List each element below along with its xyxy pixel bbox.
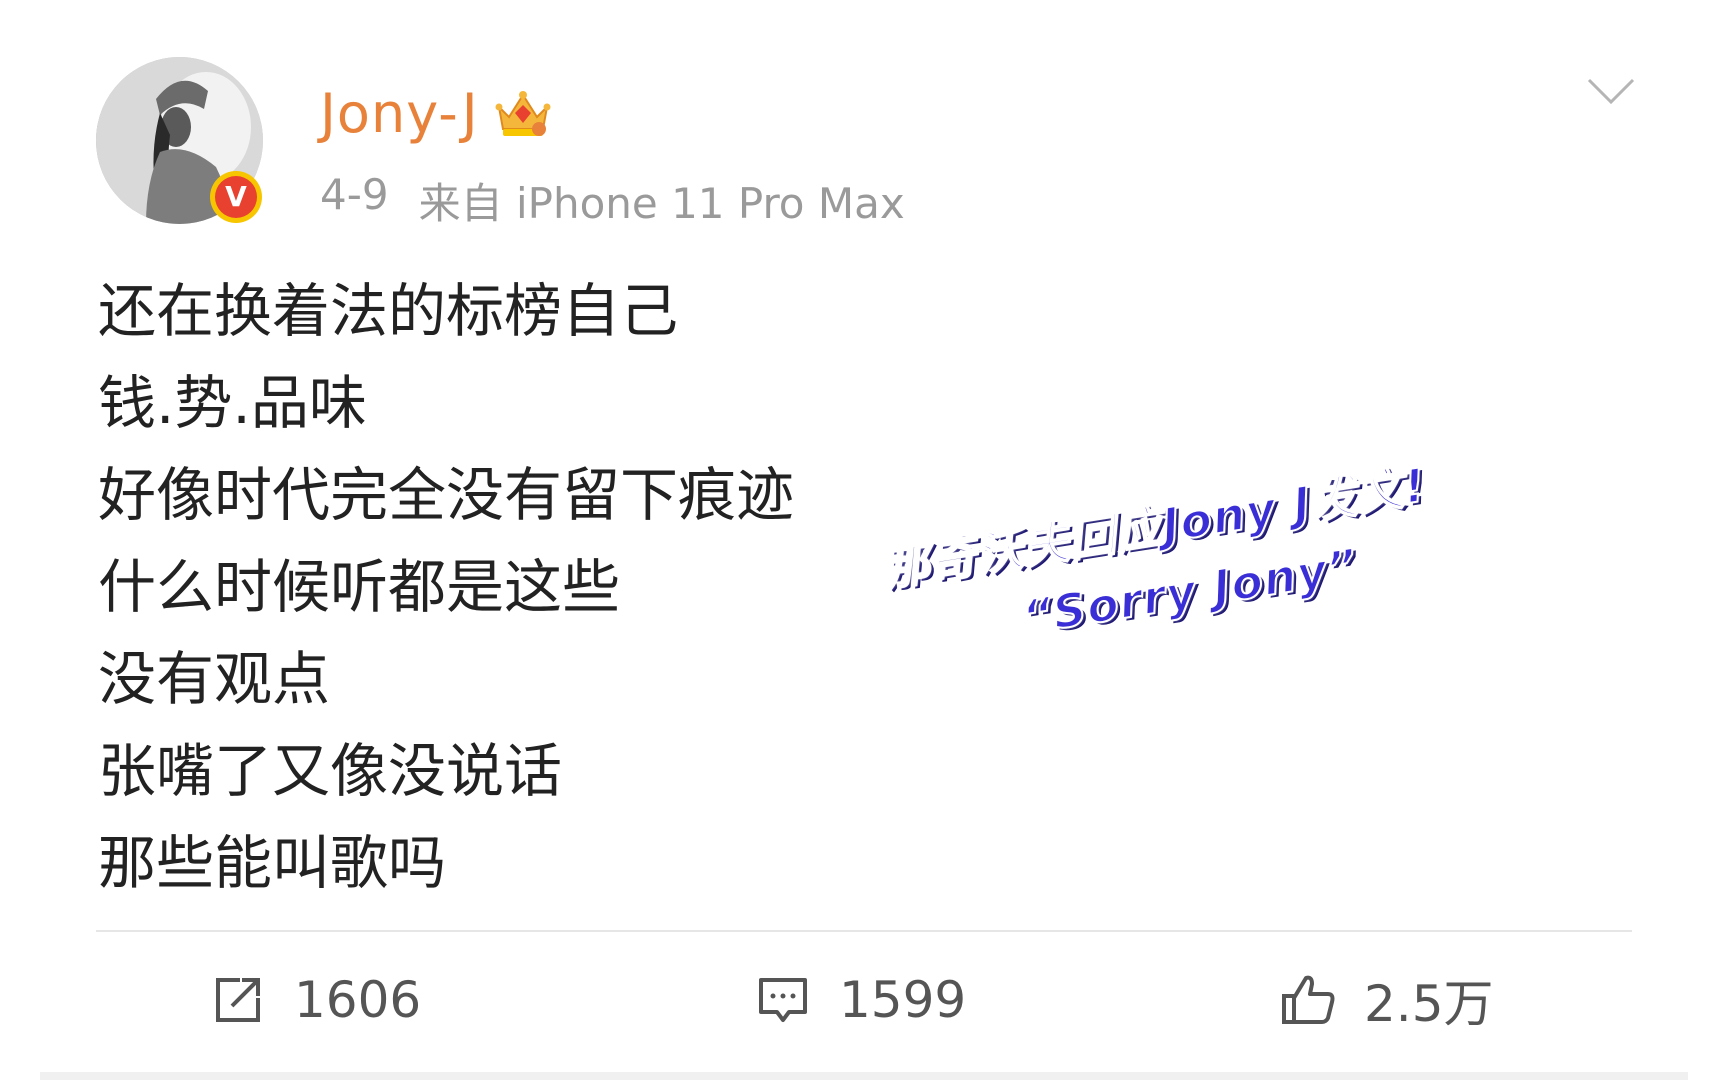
post-meta: 4-9 来自 iPhone 11 Pro Max xyxy=(320,170,905,231)
content-line: 没有观点 xyxy=(98,645,331,713)
repost-count: 1606 xyxy=(294,971,422,1029)
weibo-post: V Jony-J 4-9 来自 iPhone 11 Pro Max 还在换着法的… xyxy=(0,0,1728,1080)
username[interactable]: Jony-J xyxy=(320,82,479,145)
repost-icon xyxy=(216,978,260,1022)
like-button[interactable]: 2.5万 xyxy=(1280,960,1494,1040)
comment-count: 1599 xyxy=(839,971,967,1029)
comment-icon xyxy=(759,978,807,1022)
content-line: 张嘴了又像没说话 xyxy=(98,737,563,805)
content-line: 还在换着法的标榜自己 xyxy=(98,277,679,345)
repost-button[interactable]: 1606 xyxy=(210,960,421,1040)
chevron-down-icon[interactable] xyxy=(1585,72,1637,112)
like-count: 2.5万 xyxy=(1364,975,1494,1033)
content-line: 钱.势.品味 xyxy=(98,369,367,437)
action-bar: 1606 1599 2.5万 xyxy=(0,960,1728,1040)
overlay-caption: 那奇沃夫回应Jony J发文! “Sorry Jony” xyxy=(873,408,1518,712)
comment-button[interactable]: 1599 xyxy=(755,960,966,1040)
divider xyxy=(96,930,1632,932)
bottom-separator xyxy=(40,1072,1688,1080)
content-line: 什么时候听都是这些 xyxy=(98,553,621,621)
post-source: 来自 iPhone 11 Pro Max xyxy=(418,179,905,228)
content-line: 好像时代完全没有留下痕迹 xyxy=(98,461,795,529)
author-row: Jony-J xyxy=(320,78,553,148)
verified-badge-icon: V xyxy=(210,171,262,223)
thumbs-up-icon xyxy=(1282,975,1335,1024)
avatar[interactable]: V xyxy=(96,57,263,224)
post-date: 4-9 xyxy=(320,170,389,219)
crown-icon xyxy=(495,91,551,136)
post-content: 还在换着法的标榜自己 钱.势.品味 好像时代完全没有留下痕迹 什么时候听都是这些… xyxy=(98,265,794,909)
content-line: 那些能叫歌吗 xyxy=(98,829,447,897)
